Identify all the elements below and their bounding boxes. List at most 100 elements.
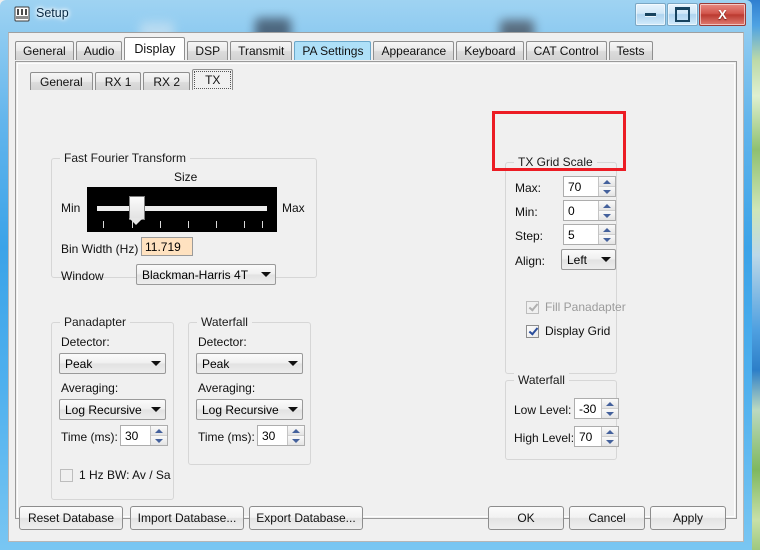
display-grid-checkbox[interactable]: Display Grid <box>526 324 610 338</box>
tx-sub-tab-page: Fast Fourier Transform Size Min Max Bin … <box>30 90 730 510</box>
triangle-down-icon <box>155 438 163 443</box>
panadapter-time-label: Time (ms): <box>61 430 118 444</box>
waterfall-averaging-combo[interactable]: Log Recursive <box>196 399 303 420</box>
chevron-down-icon <box>284 361 302 366</box>
grid-max-value: 70 <box>568 179 582 194</box>
title-bar[interactable]: Setup X <box>0 0 752 28</box>
import-database-button[interactable]: Import Database... <box>130 506 244 530</box>
close-button[interactable]: X <box>699 3 746 26</box>
slider-tick <box>188 221 189 228</box>
triangle-down-icon <box>606 439 614 444</box>
fft-window-label: Window <box>61 269 104 283</box>
tab-tests[interactable]: Tests <box>608 41 653 60</box>
triangle-down-icon <box>606 411 614 416</box>
waterfall-averaging-value: Log Recursive <box>202 402 279 417</box>
ok-button[interactable]: OK <box>488 506 564 530</box>
tab-pa-settings[interactable]: PA Settings <box>294 41 372 60</box>
spinner-up-button[interactable] <box>602 399 618 408</box>
spinner-up-button[interactable] <box>599 201 615 210</box>
panadapter-time-spinner[interactable]: 30 <box>120 425 168 446</box>
maximize-button[interactable] <box>667 3 698 26</box>
subtab-rx1[interactable]: RX 1 <box>94 72 142 91</box>
tab-appearance[interactable]: Appearance <box>373 41 455 60</box>
bin-width-label: Bin Width (Hz) <box>61 242 139 256</box>
subtab-rx2[interactable]: RX 2 <box>143 72 191 91</box>
spinner-down-button[interactable] <box>602 408 618 418</box>
minimize-button[interactable] <box>635 3 666 26</box>
slider-track <box>97 206 267 211</box>
panadapter-averaging-label: Averaging: <box>61 381 119 395</box>
display-sub-tab-strip: General RX 1 RX 2 TX <box>30 69 235 91</box>
spinner-down-button[interactable] <box>602 436 618 446</box>
slider-tick <box>262 221 263 228</box>
grid-max-spinner[interactable]: 70 <box>563 176 616 197</box>
waterfall-detector-label: Detector: <box>198 335 247 349</box>
checkbox-box[interactable] <box>526 300 539 314</box>
waterfall-time-spinner[interactable]: 30 <box>257 425 305 446</box>
spinner-down-button[interactable] <box>151 435 167 445</box>
checkbox-box[interactable] <box>526 324 539 338</box>
tab-dsp[interactable]: DSP <box>187 41 229 60</box>
spinner-buttons <box>598 177 615 196</box>
waterfall-detector-combo[interactable]: Peak <box>196 353 303 374</box>
spinner-down-button[interactable] <box>599 186 615 196</box>
spinner-up-button[interactable] <box>599 177 615 186</box>
tab-general[interactable]: General <box>15 41 74 60</box>
triangle-up-icon <box>155 428 163 433</box>
tab-audio[interactable]: Audio <box>75 41 123 60</box>
cancel-button[interactable]: Cancel <box>569 506 645 530</box>
spinner-down-button[interactable] <box>599 210 615 220</box>
spinner-up-button[interactable] <box>599 225 615 234</box>
one-hz-bw-checkbox[interactable]: 1 Hz BW: Av / Sa <box>60 468 171 482</box>
waterfall-detector-value: Peak <box>202 356 230 371</box>
tab-display[interactable]: Display <box>124 37 186 60</box>
panadapter-averaging-combo[interactable]: Log Recursive <box>59 399 166 420</box>
fft-window-combo[interactable]: Blackman-Harris 4T <box>136 264 276 285</box>
spinner-up-button[interactable] <box>288 426 304 435</box>
low-level-spinner[interactable]: -30 <box>574 398 619 419</box>
grid-step-label: Step: <box>515 229 544 243</box>
spinner-down-button[interactable] <box>599 234 615 244</box>
panadapter-detector-label: Detector: <box>61 335 110 349</box>
spinner-up-button[interactable] <box>151 426 167 435</box>
triangle-down-icon <box>603 237 611 242</box>
waterfall-left-group: Waterfall Detector: Peak Averaging: Log … <box>188 315 311 465</box>
export-database-button[interactable]: Export Database... <box>249 506 363 530</box>
panadapter-averaging-value: Log Recursive <box>65 402 142 417</box>
fill-panadapter-checkbox[interactable]: Fill Panadapter <box>526 300 626 314</box>
subtab-tx[interactable]: TX <box>192 69 234 91</box>
display-tab-page: General RX 1 RX 2 TX Fast Fourier Transf… <box>15 61 737 519</box>
spinner-buttons <box>150 426 167 445</box>
tab-cat-control[interactable]: CAT Control <box>525 41 607 60</box>
window-title: Setup <box>36 6 69 20</box>
apply-button[interactable]: Apply <box>650 506 726 530</box>
slider-tick <box>132 221 133 228</box>
checkbox-box[interactable] <box>60 468 73 482</box>
grid-align-value: Left <box>567 252 588 267</box>
triangle-up-icon <box>603 179 611 184</box>
checkmark-icon <box>528 326 538 336</box>
tab-keyboard[interactable]: Keyboard <box>456 41 524 60</box>
grid-align-label: Align: <box>515 254 546 268</box>
high-level-spinner[interactable]: 70 <box>574 426 619 447</box>
subtab-general[interactable]: General <box>30 72 93 91</box>
spinner-up-button[interactable] <box>602 427 618 436</box>
reset-database-button[interactable]: Reset Database <box>19 506 123 530</box>
panadapter-detector-combo[interactable]: Peak <box>59 353 166 374</box>
panadapter-detector-value: Peak <box>65 356 93 371</box>
tab-transmit[interactable]: Transmit <box>230 41 293 60</box>
fft-size-slider[interactable] <box>87 187 277 232</box>
maximize-icon <box>675 7 690 22</box>
chevron-down-icon <box>147 407 165 412</box>
waterfall-left-group-title: Waterfall <box>197 315 252 329</box>
grid-align-combo[interactable]: Left <box>561 249 616 270</box>
spinner-down-button[interactable] <box>288 435 304 445</box>
low-level-label: Low Level: <box>514 403 572 417</box>
grid-min-spinner[interactable]: 0 <box>563 200 616 221</box>
grid-step-spinner[interactable]: 5 <box>563 224 616 245</box>
slider-thumb[interactable] <box>129 196 145 225</box>
triangle-up-icon <box>603 227 611 232</box>
slider-tick <box>103 221 104 228</box>
panadapter-group-title: Panadapter <box>60 315 131 329</box>
chevron-down-icon <box>284 407 302 412</box>
